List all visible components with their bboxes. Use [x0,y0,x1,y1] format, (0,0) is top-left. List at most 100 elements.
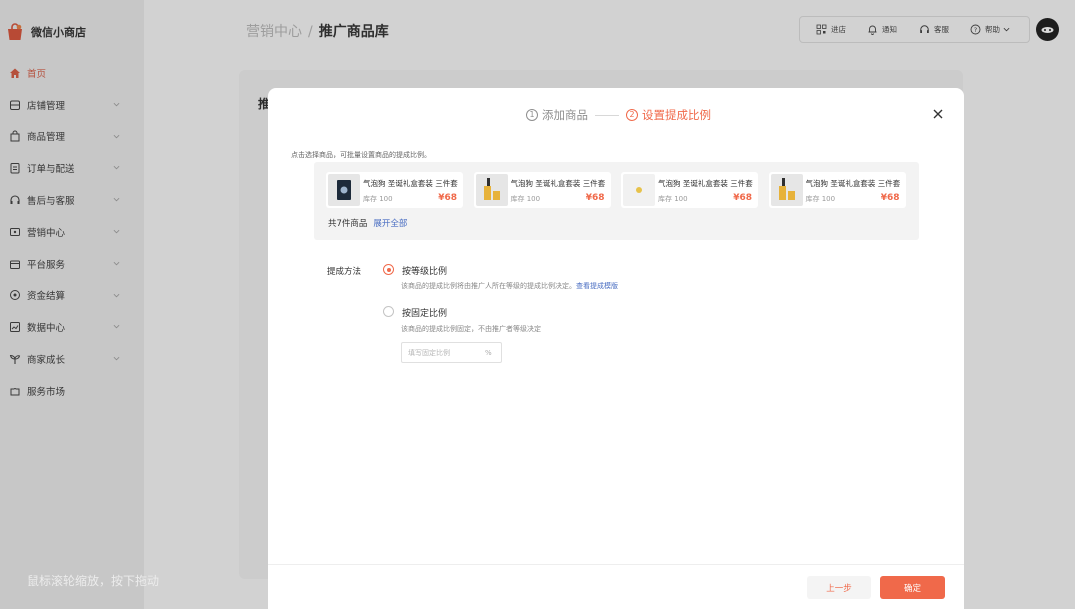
sidebar-item-data[interactable]: 数据中心 [0,311,144,343]
product-image [328,174,360,206]
goods-card[interactable]: 气泡狗 圣诞礼盒套装 三件套 库存 100 ¥68 [768,172,906,208]
header-toolbar: 进店 通知 客服 ? 帮助 [799,16,1030,43]
chevron-down-icon [113,261,120,266]
page-title: 推广商品库 [318,24,389,40]
product-price: ¥68 [438,193,457,203]
service-icon [8,257,21,270]
step-set-commission: 2 设置提成比例 [626,107,711,123]
product-stock: 库存 100 [363,195,393,203]
close-icon[interactable] [931,107,945,121]
sidebar-item-market[interactable]: 服务市场 [0,375,144,407]
product-price: ¥68 [733,193,752,203]
app-name: 微信小商店 [31,26,86,39]
sidebar-item-marketing[interactable]: 营销中心 [0,216,144,248]
coin-icon [8,289,21,302]
goods-list: 气泡狗 圣诞礼盒套装 三件套 库存 100 ¥68 气泡狗 圣诞礼盒套装 三件套… [326,172,916,208]
sidebar-item-label: 商家成长 [27,355,66,367]
customer-service-label: 客服 [934,25,949,34]
qrcode-icon [816,24,827,35]
sidebar-item-label: 营销中心 [27,227,66,239]
step-label: 设置提成比例 [642,108,711,122]
sidebar-item-orders[interactable]: 订单与配送 [0,152,144,184]
confirm-button[interactable]: 确定 [880,576,945,599]
goods-card[interactable]: 气泡狗 圣诞礼盒套装 三件套 库存 100 ¥68 [473,172,611,208]
breadcrumb-separator: / [308,24,313,40]
expand-all-link[interactable]: 展开全部 [373,219,407,229]
help-button[interactable]: ? 帮助 [970,17,1014,42]
step-number: 1 [526,109,538,121]
product-price: ¥68 [880,193,900,203]
chevron-down-icon [113,134,120,138]
chevron-down-icon [113,229,120,234]
avatar[interactable] [1036,18,1059,41]
headset-icon [920,25,929,33]
step-number: 2 [626,109,638,121]
fixed-ratio-input[interactable] [402,343,480,362]
sidebar-nav: 首页 店铺管理 商品管理 订单与配送 售后与客服 营销中心 平台服务 资金结算 … [0,57,144,407]
puzzle-icon [8,384,21,397]
goods-card[interactable]: 气泡狗 圣诞礼盒套装 三件套 库存 100 ¥68 [621,172,758,208]
radio-level-ratio[interactable] [383,264,394,275]
percent-unit: % [485,348,492,357]
notification-label: 通知 [882,25,897,34]
product-stock: 库存 100 [805,195,836,203]
sidebar-item-home[interactable]: 首页 [0,57,144,89]
order-icon [8,162,21,175]
selected-goods-box: 气泡狗 圣诞礼盒套装 三件套 库存 100 ¥68 气泡狗 圣诞礼盒套装 三件套… [314,162,919,240]
sidebar-item-label: 服务市场 [27,386,66,398]
chevron-down-icon [113,102,120,107]
notification-button[interactable]: 通知 [867,17,897,42]
step-divider [595,114,619,116]
chart-icon [8,321,21,334]
product-image [475,174,508,206]
app-logo-row[interactable]: 微信小商店 [6,20,86,44]
sidebar-item-label: 商品管理 [27,132,66,144]
breadcrumb: 营销中心 / 推广商品库 [246,21,389,41]
sidebar-item-growth[interactable]: 商家成长 [0,343,144,375]
view-template-link[interactable]: 查看提成模版 [576,282,618,290]
fixed-ratio-field: % [401,342,502,363]
step-indicator: 1 添加商品 2 设置提成比例 [526,107,711,123]
instruction-text: 点击选择商品，可批量设置商品的提成比例。 [291,151,431,159]
sidebar-item-store[interactable]: 店铺管理 [0,89,144,121]
chevron-down-icon [1003,27,1010,32]
prev-step-button[interactable]: 上一步 [807,576,871,599]
option-fixed-label[interactable]: 按固定比例 [402,306,447,319]
sidebar-item-label: 店铺管理 [27,100,66,112]
sprout-icon [8,353,21,366]
sidebar-item-label: 售后与客服 [27,196,75,208]
radio-fixed-ratio[interactable] [383,306,394,317]
bell-icon [868,25,877,35]
option-level-desc: 该商品的提成比例将由推广人所在等级的提成比例决定。查看提成模版 [401,281,618,291]
bag-icon [8,130,21,143]
commission-method-label: 提成方法 [327,267,362,277]
modal-footer: 上一步 确定 [268,564,964,609]
option-fixed-desc: 该商品的提成比例固定，不由推广者等级决定 [401,325,541,333]
chevron-down-icon [113,357,120,361]
enter-shop-button[interactable]: 进店 [816,17,846,42]
sidebar-item-label: 资金结算 [27,291,66,303]
store-icon [8,98,21,111]
coupon-icon [8,225,21,238]
customer-service-button[interactable]: 客服 [919,17,949,42]
sidebar-item-goods[interactable]: 商品管理 [0,121,144,153]
option-level-label[interactable]: 按等级比例 [402,264,447,277]
sidebar-item-platform[interactable]: 平台服务 [0,248,144,280]
zoom-drag-hint: 鼠标滚轮缩放，按下拖动 [27,574,160,588]
sidebar-item-aftersale[interactable]: 售后与客服 [0,184,144,216]
sidebar-item-label: 订单与配送 [27,164,75,176]
breadcrumb-parent[interactable]: 营销中心 [246,24,302,40]
goods-count: 共7件商品 [328,219,368,229]
chevron-down-icon [113,325,120,329]
product-stock: 库存 100 [510,195,541,203]
shop-bag-logo-icon [6,23,24,41]
step-label: 添加商品 [542,108,588,122]
sidebar: 微信小商店 首页 店铺管理 商品管理 订单与配送 售后与客服 营销中心 平台服务… [0,0,144,609]
goods-card[interactable]: 气泡狗 圣诞礼盒套装 三件套 库存 100 ¥68 [326,172,463,208]
product-name: 气泡狗 圣诞礼盒套装 三件套 [805,179,901,188]
commission-settings-modal: 1 添加商品 2 设置提成比例 点击选择商品，可批量设置商品的提成比例。 气泡狗… [268,88,964,609]
sidebar-item-label: 平台服务 [27,259,66,271]
sidebar-item-label: 数据中心 [27,323,66,335]
goods-count-row: 共7件商品 展开全部 [328,217,407,229]
sidebar-item-finance[interactable]: 资金结算 [0,280,144,312]
